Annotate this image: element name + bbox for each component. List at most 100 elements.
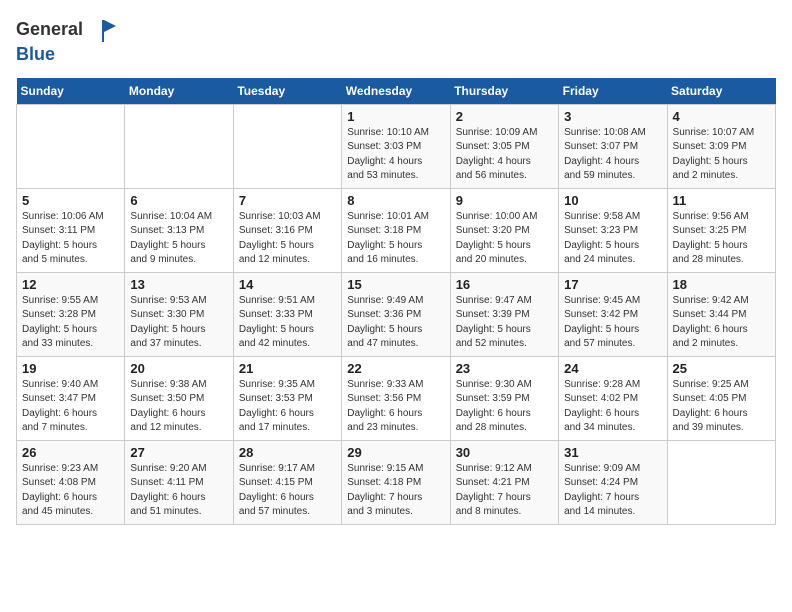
calendar-cell: 25Sunrise: 9:25 AM Sunset: 4:05 PM Dayli…: [667, 356, 775, 440]
day-info: Sunrise: 9:47 AM Sunset: 3:39 PM Dayligh…: [456, 294, 553, 352]
calendar-cell: 3 Sunrise: 10:08 AM Sunset: 3:07 PM Dayli…: [559, 104, 667, 188]
calendar-cell: 11 Sunrise: 9:56 AM Sunset: 3:25 PM Dayli…: [667, 188, 775, 272]
day-number: 23: [456, 361, 553, 376]
week-row-1: 1 Sunrise: 10:10 AM Sunset: 3:03 PM Dayli…: [17, 104, 776, 188]
calendar-cell: 13 Sunrise: 9:53 AM Sunset: 3:30 PM Dayli…: [125, 272, 233, 356]
day-info: Sunrise: 9:20 AM Sunset: 4:11 PM Dayligh…: [130, 462, 227, 520]
day-number: 7: [239, 193, 336, 208]
day-number: 6: [130, 193, 227, 208]
day-info: Sunrise: 9:12 AM Sunset: 4:21 PM Dayligh…: [456, 462, 553, 520]
calendar-cell: 20 Sunrise: 9:38 AM Sunset: 3:50 PM Dayli…: [125, 356, 233, 440]
calendar-cell: 28 Sunrise: 9:17 AM Sunset: 4:15 PM Dayli…: [233, 440, 341, 524]
calendar-table: SundayMondayTuesdayWednesdayThursdayFrid…: [16, 78, 776, 525]
calendar-cell: 1 Sunrise: 10:10 AM Sunset: 3:03 PM Dayli…: [342, 104, 450, 188]
day-number: 19: [22, 361, 119, 376]
day-info: Sunrise: 10:03 AM Sunset: 3:16 PM Daylig…: [239, 210, 336, 268]
weekday-monday: Monday: [125, 78, 233, 105]
day-number: 21: [239, 361, 336, 376]
page-header: General Blue: [16, 16, 776, 66]
day-info: Sunrise: 10:00 AM Sunset: 3:20 PM Daylig…: [456, 210, 553, 268]
day-number: 24: [564, 361, 661, 376]
day-number: 4: [673, 109, 770, 124]
day-number: 5: [22, 193, 119, 208]
day-number: 29: [347, 445, 444, 460]
calendar-cell: 15 Sunrise: 9:49 AM Sunset: 3:36 PM Dayli…: [342, 272, 450, 356]
day-number: 2: [456, 109, 553, 124]
day-info: Sunrise: 9:53 AM Sunset: 3:30 PM Dayligh…: [130, 294, 227, 352]
day-info: Sunrise: 9:42 AM Sunset: 3:44 PM Dayligh…: [673, 294, 770, 352]
day-info: Sunrise: 9:30 AM Sunset: 3:59 PM Dayligh…: [456, 378, 553, 436]
week-row-2: 5 Sunrise: 10:06 AM Sunset: 3:11 PM Dayli…: [17, 188, 776, 272]
logo-general: General: [16, 19, 83, 39]
day-number: 26: [22, 445, 119, 460]
day-info: Sunrise: 9:15 AM Sunset: 4:18 PM Dayligh…: [347, 462, 444, 520]
day-info: Sunrise: 10:04 AM Sunset: 3:13 PM Daylig…: [130, 210, 227, 268]
day-number: 1: [347, 109, 444, 124]
day-number: 22: [347, 361, 444, 376]
calendar-cell: [233, 104, 341, 188]
day-info: Sunrise: 9:49 AM Sunset: 3:36 PM Dayligh…: [347, 294, 444, 352]
day-info: Sunrise: 10:07 AM Sunset: 3:09 PM Daylig…: [673, 126, 770, 184]
day-number: 15: [347, 277, 444, 292]
calendar-cell: 2Sunrise: 10:09 AM Sunset: 3:05 PM Dayli…: [450, 104, 558, 188]
day-number: 3: [564, 109, 661, 124]
day-info: Sunrise: 9:33 AM Sunset: 3:56 PM Dayligh…: [347, 378, 444, 436]
calendar-cell: 4 Sunrise: 10:07 AM Sunset: 3:09 PM Dayli…: [667, 104, 775, 188]
day-number: 31: [564, 445, 661, 460]
day-info: Sunrise: 9:51 AM Sunset: 3:33 PM Dayligh…: [239, 294, 336, 352]
weekday-wednesday: Wednesday: [342, 78, 450, 105]
day-info: Sunrise: 9:45 AM Sunset: 3:42 PM Dayligh…: [564, 294, 661, 352]
calendar-cell: [667, 440, 775, 524]
day-number: 17: [564, 277, 661, 292]
weekday-header-row: SundayMondayTuesdayWednesdayThursdayFrid…: [17, 78, 776, 105]
day-number: 10: [564, 193, 661, 208]
weekday-thursday: Thursday: [450, 78, 558, 105]
logo-blue: Blue: [16, 44, 55, 64]
calendar-cell: 14 Sunrise: 9:51 AM Sunset: 3:33 PM Dayli…: [233, 272, 341, 356]
day-info: Sunrise: 10:08 AM Sunset: 3:07 PM Daylig…: [564, 126, 661, 184]
day-info: Sunrise: 9:09 AM Sunset: 4:24 PM Dayligh…: [564, 462, 661, 520]
day-info: Sunrise: 10:10 AM Sunset: 3:03 PM Daylig…: [347, 126, 444, 184]
day-number: 9: [456, 193, 553, 208]
weekday-friday: Friday: [559, 78, 667, 105]
calendar-cell: 22 Sunrise: 9:33 AM Sunset: 3:56 PM Dayli…: [342, 356, 450, 440]
calendar-cell: [125, 104, 233, 188]
calendar-cell: 30 Sunrise: 9:12 AM Sunset: 4:21 PM Dayli…: [450, 440, 558, 524]
week-row-3: 12Sunrise: 9:55 AM Sunset: 3:28 PM Dayli…: [17, 272, 776, 356]
calendar-cell: 12Sunrise: 9:55 AM Sunset: 3:28 PM Dayli…: [17, 272, 125, 356]
day-info: Sunrise: 9:23 AM Sunset: 4:08 PM Dayligh…: [22, 462, 119, 520]
day-info: Sunrise: 9:35 AM Sunset: 3:53 PM Dayligh…: [239, 378, 336, 436]
day-number: 11: [673, 193, 770, 208]
day-number: 25: [673, 361, 770, 376]
day-info: Sunrise: 9:55 AM Sunset: 3:28 PM Dayligh…: [22, 294, 119, 352]
calendar-cell: 18 Sunrise: 9:42 AM Sunset: 3:44 PM Dayli…: [667, 272, 775, 356]
calendar-cell: 23 Sunrise: 9:30 AM Sunset: 3:59 PM Dayli…: [450, 356, 558, 440]
week-row-4: 19Sunrise: 9:40 AM Sunset: 3:47 PM Dayli…: [17, 356, 776, 440]
day-info: Sunrise: 9:28 AM Sunset: 4:02 PM Dayligh…: [564, 378, 661, 436]
day-info: Sunrise: 9:58 AM Sunset: 3:23 PM Dayligh…: [564, 210, 661, 268]
calendar-cell: [17, 104, 125, 188]
day-info: Sunrise: 9:56 AM Sunset: 3:25 PM Dayligh…: [673, 210, 770, 268]
logo-flag-icon: [90, 16, 118, 44]
calendar-cell: 9 Sunrise: 10:00 AM Sunset: 3:20 PM Dayli…: [450, 188, 558, 272]
calendar-cell: 10 Sunrise: 9:58 AM Sunset: 3:23 PM Dayli…: [559, 188, 667, 272]
calendar-cell: 5 Sunrise: 10:06 AM Sunset: 3:11 PM Dayli…: [17, 188, 125, 272]
day-info: Sunrise: 9:17 AM Sunset: 4:15 PM Dayligh…: [239, 462, 336, 520]
day-number: 18: [673, 277, 770, 292]
calendar-cell: 8Sunrise: 10:01 AM Sunset: 3:18 PM Dayli…: [342, 188, 450, 272]
calendar-cell: 6 Sunrise: 10:04 AM Sunset: 3:13 PM Dayli…: [125, 188, 233, 272]
calendar-cell: 24 Sunrise: 9:28 AM Sunset: 4:02 PM Dayli…: [559, 356, 667, 440]
day-number: 13: [130, 277, 227, 292]
day-number: 28: [239, 445, 336, 460]
weekday-sunday: Sunday: [17, 78, 125, 105]
day-info: Sunrise: 9:38 AM Sunset: 3:50 PM Dayligh…: [130, 378, 227, 436]
weekday-saturday: Saturday: [667, 78, 775, 105]
day-number: 30: [456, 445, 553, 460]
day-number: 27: [130, 445, 227, 460]
day-number: 14: [239, 277, 336, 292]
day-info: Sunrise: 10:06 AM Sunset: 3:11 PM Daylig…: [22, 210, 119, 268]
calendar-cell: 31 Sunrise: 9:09 AM Sunset: 4:24 PM Dayli…: [559, 440, 667, 524]
day-number: 20: [130, 361, 227, 376]
logo: General Blue: [16, 16, 118, 66]
weekday-tuesday: Tuesday: [233, 78, 341, 105]
